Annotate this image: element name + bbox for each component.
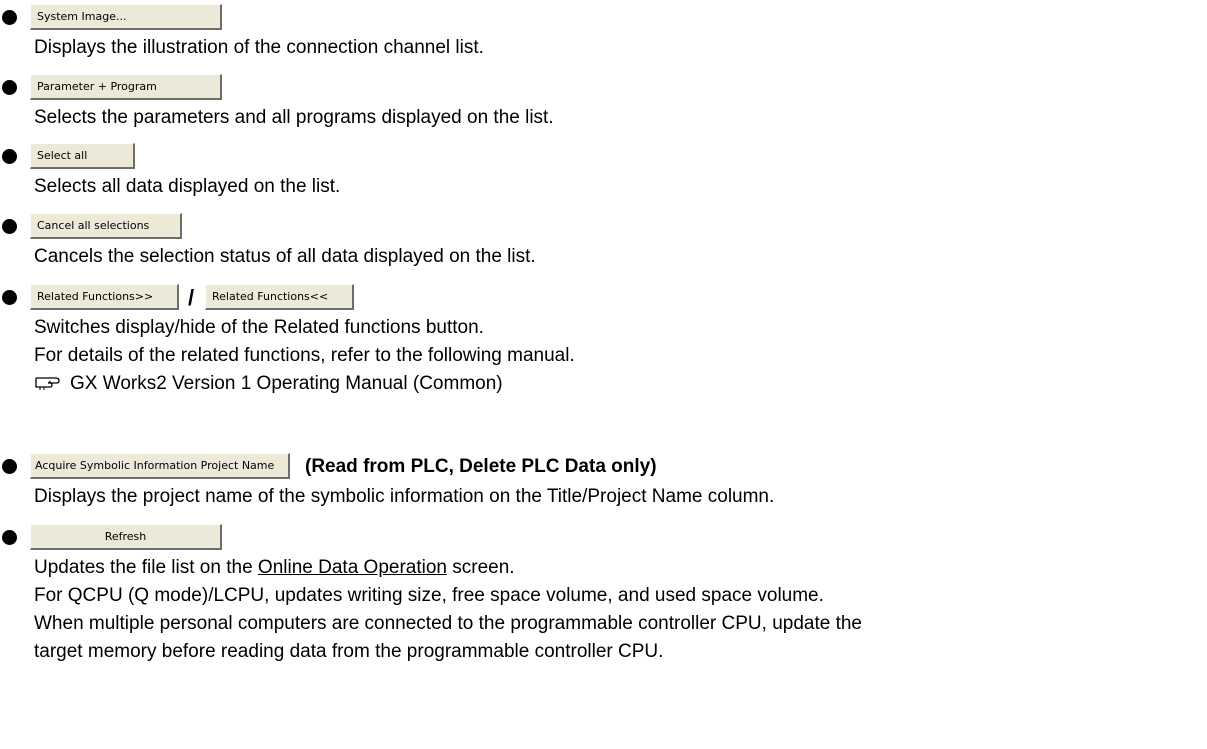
bullet-icon <box>2 459 17 474</box>
bullet-icon <box>2 290 17 305</box>
entry-related-functions: Related Functions>> / Related Functions<… <box>0 284 1207 398</box>
text-prefix: Updates the file list on the <box>34 557 258 578</box>
manual-reference: GX Works2 Version 1 Operating Manual (Co… <box>34 370 1207 398</box>
description: Selects the parameters and all programs … <box>34 107 554 128</box>
refresh-button[interactable]: Refresh <box>30 524 222 550</box>
entry-system-image: System Image... Displays the illustratio… <box>0 4 1207 62</box>
bullet-icon <box>2 219 17 234</box>
acquire-symbolic-information-project-name-button[interactable]: Acquire Symbolic Information Project Nam… <box>30 453 290 479</box>
description: Cancels the selection status of all data… <box>34 246 536 267</box>
description: Updates the file list on the Online Data… <box>34 554 1207 582</box>
select-all-button[interactable]: Select all <box>30 143 135 169</box>
description: Switches display/hide of the Related fun… <box>34 317 484 338</box>
bullet-icon <box>2 10 17 25</box>
cancel-all-selections-button[interactable]: Cancel all selections <box>30 213 182 239</box>
description: For QCPU (Q mode)/LCPU, updates writing … <box>34 585 824 606</box>
entry-refresh: Refresh Updates the file list on the Onl… <box>0 524 1207 666</box>
bullet-icon <box>2 80 17 95</box>
entry-parameter-program: Parameter + Program Selects the paramete… <box>0 74 1207 132</box>
text-suffix: screen. <box>446 557 515 578</box>
entry-cancel-all-selections: Cancel all selections Cancels the select… <box>0 213 1207 271</box>
parameter-program-button[interactable]: Parameter + Program <box>30 74 222 100</box>
description: For details of the related functions, re… <box>34 345 575 366</box>
applicability-note: (Read from PLC, Delete PLC Data only) <box>305 456 657 477</box>
related-functions-expand-button[interactable]: Related Functions>> <box>30 284 179 310</box>
separator: / <box>188 285 195 310</box>
bullet-icon <box>2 530 17 545</box>
description: target memory before reading data from t… <box>34 641 664 662</box>
description: Displays the project name of the symboli… <box>34 486 775 507</box>
description: When multiple personal computers are con… <box>34 613 862 634</box>
description: Displays the illustration of the connect… <box>34 37 484 58</box>
bullet-icon <box>2 149 17 164</box>
related-functions-collapse-button[interactable]: Related Functions<< <box>205 284 354 310</box>
pointing-hand-icon <box>34 373 64 391</box>
manual-title: GX Works2 Version 1 Operating Manual (Co… <box>70 373 503 394</box>
entry-select-all: Select all Selects all data displayed on… <box>0 143 1207 201</box>
system-image-button[interactable]: System Image... <box>30 4 222 30</box>
entry-acquire-symbolic-info: Acquire Symbolic Information Project Nam… <box>0 453 1207 511</box>
description: Selects all data displayed on the list. <box>34 176 341 197</box>
online-data-operation-link[interactable]: Online Data Operation <box>258 557 447 578</box>
